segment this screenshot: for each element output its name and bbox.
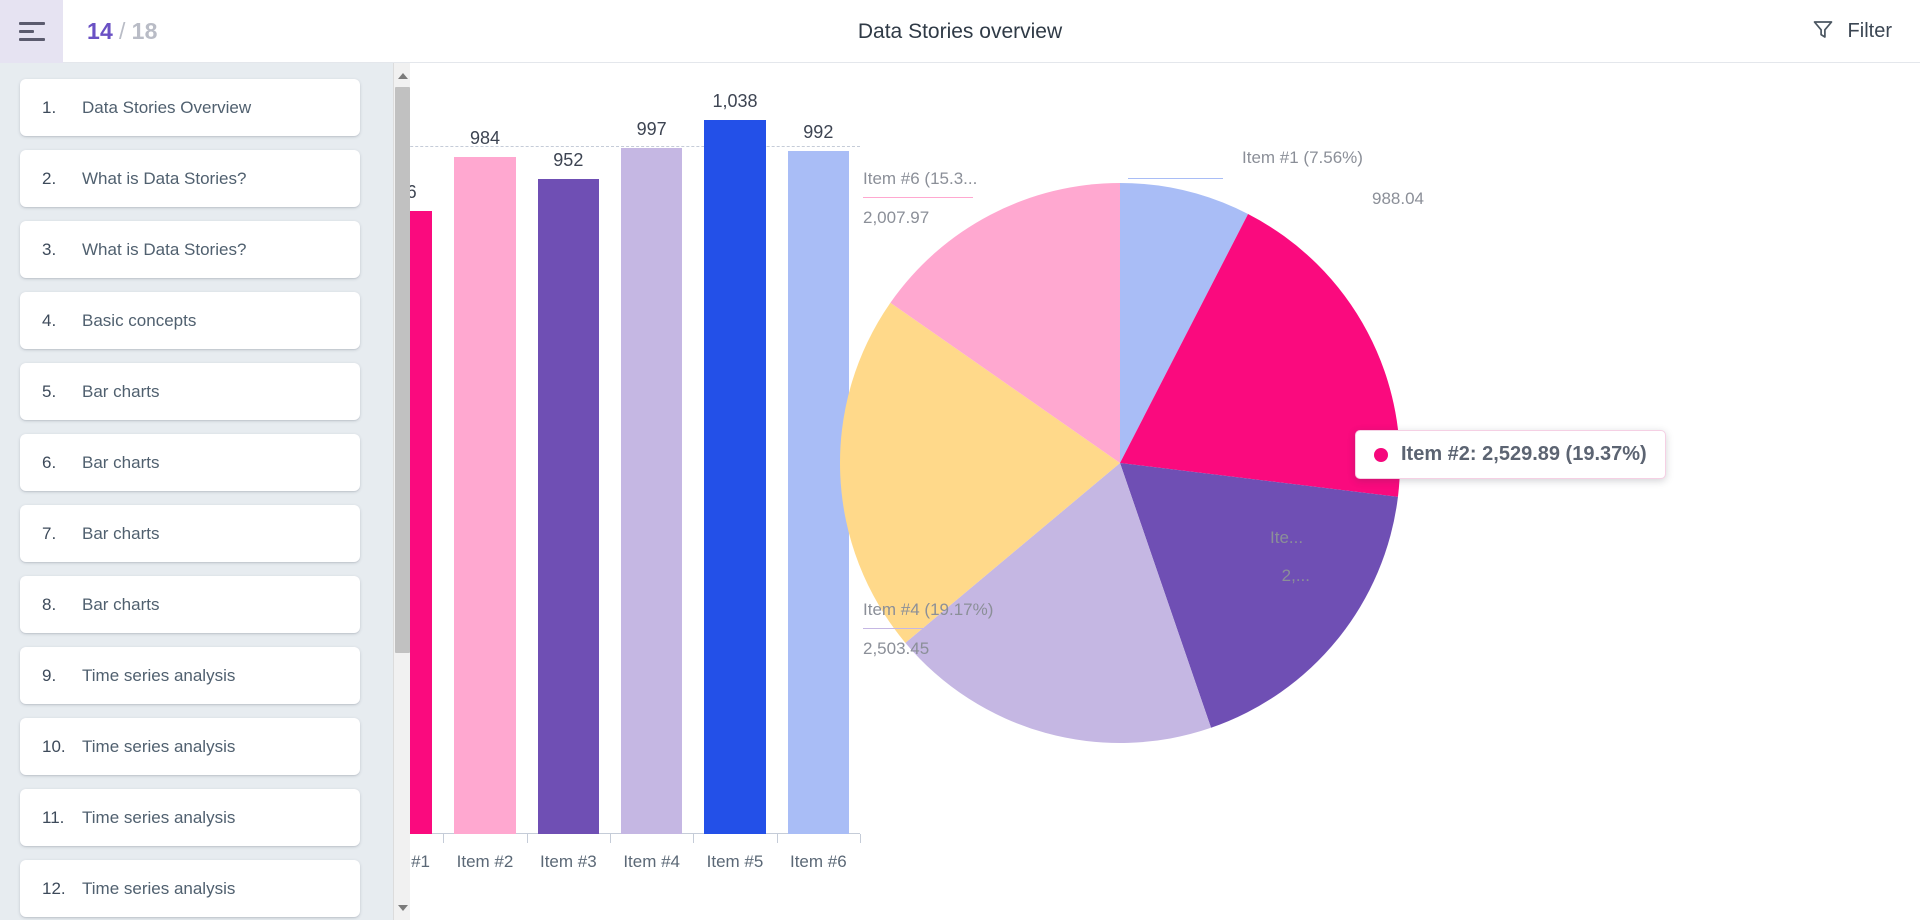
- top-bar: 14 / 18 Data Stories overview Filter: [0, 0, 1920, 63]
- slide-item-title: Bar charts: [82, 524, 159, 544]
- chevron-up-icon: [398, 73, 408, 79]
- slide-list-item[interactable]: 6.Bar charts: [20, 434, 360, 491]
- page-separator: /: [119, 18, 126, 45]
- slide-list-item[interactable]: 3.What is Data Stories?: [20, 221, 360, 278]
- tooltip-color-dot: [1374, 448, 1388, 462]
- current-page-number: 14: [87, 18, 113, 45]
- pie-callout-value: 2,503.45: [863, 639, 1011, 659]
- slide-item-title: Time series analysis: [82, 808, 235, 828]
- bar-value-label: 906: [410, 182, 432, 203]
- slide-item-title: Bar charts: [82, 382, 159, 402]
- bar-rect[interactable]: [621, 148, 683, 834]
- slide-list-item[interactable]: 12.Time series analysis: [20, 860, 360, 917]
- slide-list-item[interactable]: 2.What is Data Stories?: [20, 150, 360, 207]
- slide-item-title: What is Data Stories?: [82, 169, 246, 189]
- tooltip-text: Item #2: 2,529.89 (19.37%): [1401, 443, 1647, 466]
- slide-item-title: Bar charts: [82, 595, 159, 615]
- pie-callout-label: Item #6 (15.3...: [863, 169, 977, 189]
- bar-chart-bar[interactable]: [538, 179, 600, 834]
- slide-item-number: 7.: [20, 524, 82, 544]
- slide-item-title: Data Stories Overview: [82, 98, 251, 118]
- bar-chart-plot-area: 906Item #1984Item #2952Item #3997Item #4…: [410, 77, 860, 834]
- bar-rect[interactable]: [538, 179, 600, 834]
- bar-chart-x-tick: [610, 834, 611, 843]
- slide-item-title: Bar charts: [82, 453, 159, 473]
- slide-item-number: 12.: [20, 879, 82, 899]
- bar-chart-category-label: Item #2: [443, 852, 526, 872]
- slide-item-title: Time series analysis: [82, 666, 235, 686]
- slide-list-item[interactable]: 10.Time series analysis: [20, 718, 360, 775]
- pie-callout-label: Ite...: [1270, 528, 1303, 548]
- slide-item-number: 2.: [20, 169, 82, 189]
- funnel-icon: [1811, 17, 1835, 46]
- slide-item-title: Time series analysis: [82, 879, 235, 899]
- pie-chart: Item #1 (7.56%) 988.04 Ite... 2,... Item #4 …: [840, 63, 1920, 920]
- slide-item-number: 4.: [20, 311, 82, 331]
- page-indicator: 14 / 18: [87, 18, 158, 45]
- bar-chart-bar[interactable]: [621, 148, 683, 834]
- filter-button[interactable]: Filter: [1811, 0, 1892, 63]
- pie-callout-leader-line: [1128, 178, 1223, 179]
- scrollbar-thumb[interactable]: [395, 87, 410, 653]
- slide-item-number: 5.: [20, 382, 82, 402]
- slide-item-number: 6.: [20, 453, 82, 473]
- bar-chart-x-tick: [777, 834, 778, 843]
- pie-callout-leader-line: [863, 628, 1011, 629]
- bar-chart-category-label: Item #1: [410, 852, 443, 872]
- slide-item-title: What is Data Stories?: [82, 240, 246, 260]
- bar-chart-x-tick: [693, 834, 694, 843]
- bar-rect[interactable]: [454, 157, 516, 834]
- bar-rect[interactable]: [410, 211, 432, 834]
- scrollbar-down-arrow[interactable]: [394, 899, 410, 916]
- page-title: Data Stories overview: [0, 0, 1920, 63]
- slide-list: 1.Data Stories Overview2.What is Data St…: [0, 63, 384, 920]
- scrollbar-up-arrow[interactable]: [394, 67, 410, 84]
- slide-list-item[interactable]: 1.Data Stories Overview: [20, 79, 360, 136]
- bar-chart-category-label: Item #5: [693, 852, 776, 872]
- pie-callout-value: 988.04: [1242, 189, 1424, 209]
- bar-chart-category-label: Item #4: [610, 852, 693, 872]
- pie-callout-leader-line: [1252, 555, 1278, 556]
- bar-chart-category-label: Item #3: [527, 852, 610, 872]
- total-page-number: 18: [132, 18, 158, 45]
- pie-callout-value: 2,...: [1270, 566, 1310, 586]
- filter-label: Filter: [1848, 20, 1892, 43]
- slide-list-item[interactable]: 7.Bar charts: [20, 505, 360, 562]
- slide-item-number: 1.: [20, 98, 82, 118]
- chevron-down-icon: [398, 905, 408, 911]
- slide-list-item[interactable]: 9.Time series analysis: [20, 647, 360, 704]
- bar-value-label: 952: [538, 150, 600, 171]
- slide-item-number: 11.: [20, 808, 82, 828]
- slide-list-item[interactable]: 4.Basic concepts: [20, 292, 360, 349]
- pie-chart-tooltip: Item #2: 2,529.89 (19.37%): [1355, 430, 1666, 479]
- slide-item-number: 10.: [20, 737, 82, 757]
- slide-list-item[interactable]: 11.Time series analysis: [20, 789, 360, 846]
- slide-item-title: Time series analysis: [82, 737, 235, 757]
- pie-callout-label: Item #4 (19.17%): [863, 600, 993, 620]
- bar-chart: 906 Item #1 984 Item #2 952 Item #3 997 Item #4…: [410, 63, 860, 920]
- bar-chart-x-tick: [443, 834, 444, 843]
- bar-rect[interactable]: [704, 120, 766, 834]
- bar-chart-bar[interactable]: [454, 157, 516, 834]
- bar-chart-x-tick: [527, 834, 528, 843]
- pie-callout-value: 2,007.97: [863, 208, 973, 228]
- slide-canvas: 906 Item #1 984 Item #2 952 Item #3 997 Item #4…: [410, 63, 1920, 920]
- bar-value-label: 997: [621, 119, 683, 140]
- slide-list-item[interactable]: 8.Bar charts: [20, 576, 360, 633]
- sidebar-scrollbar[interactable]: [393, 63, 410, 920]
- slide-item-title: Basic concepts: [82, 311, 196, 331]
- slide-item-number: 3.: [20, 240, 82, 260]
- pie-callout-label: Item #1 (7.56%): [1242, 148, 1363, 168]
- hamburger-menu-button[interactable]: [0, 0, 63, 63]
- bar-value-label: 984: [454, 128, 516, 149]
- slide-navigator-sidebar: 1.Data Stories Overview2.What is Data St…: [0, 63, 410, 920]
- pie-callout-leader-line: [863, 197, 973, 198]
- slide-list-item[interactable]: 5.Bar charts: [20, 363, 360, 420]
- bar-chart-bar[interactable]: [704, 120, 766, 834]
- bar-chart-bar[interactable]: [410, 211, 432, 834]
- bar-value-label: 1,038: [704, 91, 766, 112]
- hamburger-icon: [19, 22, 45, 41]
- slide-item-number: 8.: [20, 595, 82, 615]
- slide-item-number: 9.: [20, 666, 82, 686]
